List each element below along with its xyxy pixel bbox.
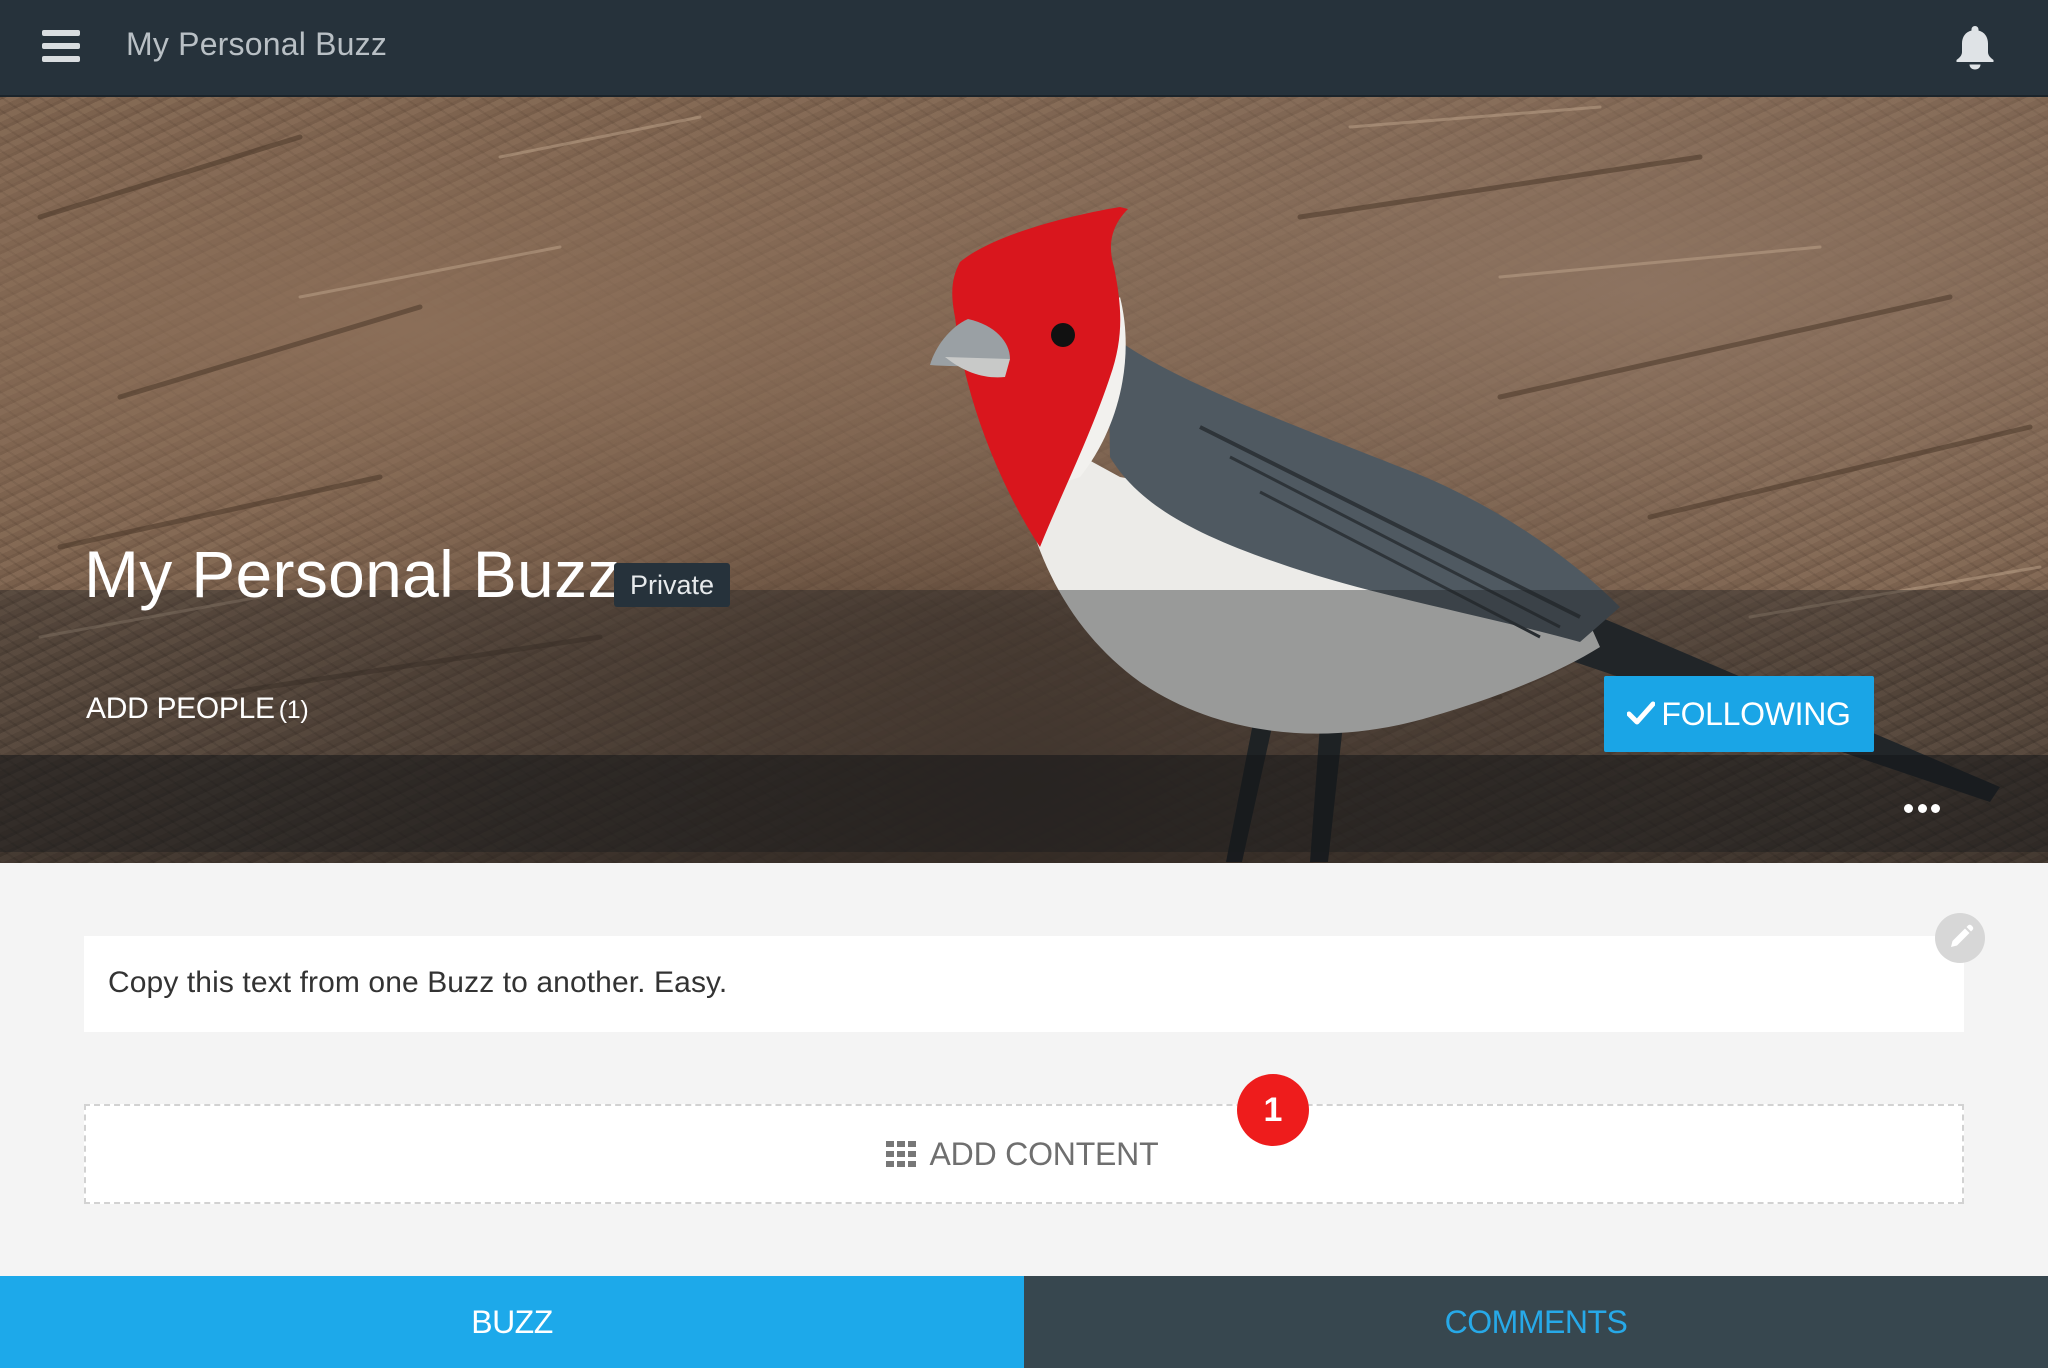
tab-comments[interactable]: COMMENTS [1024, 1276, 2048, 1368]
check-icon [1626, 696, 1656, 733]
top-bar: My Personal Buzz [0, 0, 2048, 97]
bell-icon[interactable] [1953, 24, 1997, 70]
app-title: My Personal Buzz [126, 26, 388, 62]
more-options-icon[interactable] [1904, 799, 1940, 817]
add-content-button[interactable]: ADD CONTENT [84, 1104, 1964, 1204]
hamburger-menu-icon[interactable] [42, 30, 82, 64]
description-card: Copy this text from one Buzz to another.… [84, 936, 1964, 1032]
tab-buzz[interactable]: BUZZ [0, 1276, 1024, 1368]
add-people-button[interactable]: ADD PEOPLE (1) [86, 692, 309, 726]
following-button[interactable]: FOLLOWING [1604, 676, 1874, 752]
privacy-badge: Private [614, 563, 731, 607]
actions-band [0, 755, 2048, 863]
grid-icon [885, 1141, 918, 1167]
bottom-tabs: BUZZ COMMENTS [0, 1276, 2048, 1368]
pencil-icon[interactable] [1935, 913, 1985, 963]
description-text: Copy this text from one Buzz to another.… [108, 966, 728, 999]
add-people-label: ADD PEOPLE [86, 692, 275, 725]
buzz-page: My Personal Buzz My Personal Buzz Privat… [0, 0, 2048, 1368]
buzz-title: My Personal Buzz [84, 537, 621, 611]
people-count: (1) [278, 696, 309, 724]
notification-count-badge: 1 [1237, 1074, 1309, 1146]
add-content-label: ADD CONTENT [929, 1135, 1159, 1172]
following-label: FOLLOWING [1661, 695, 1851, 732]
